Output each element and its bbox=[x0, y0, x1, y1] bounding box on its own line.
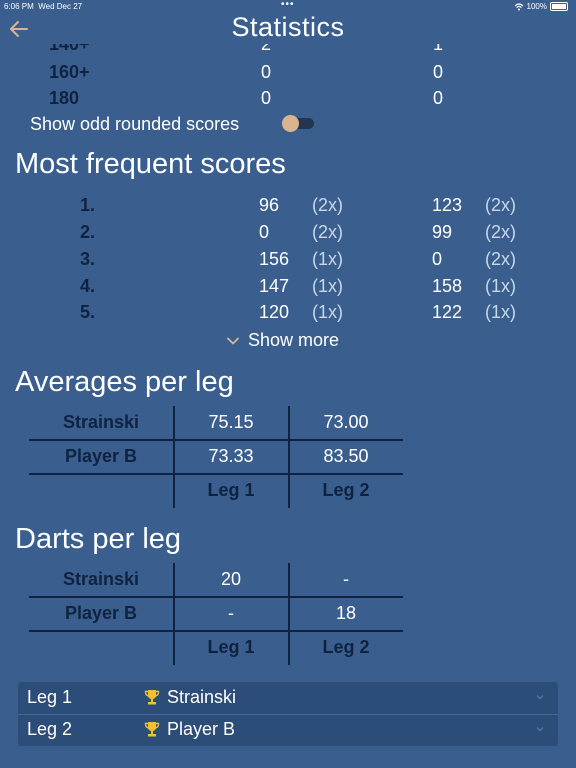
score-b: 99 bbox=[432, 222, 453, 242]
average-value: 73.33 bbox=[208, 446, 254, 466]
frequent-score-row: 3. 156 (1x) 0 (2x) bbox=[0, 249, 576, 275]
count-b: (1x) bbox=[485, 302, 516, 322]
darts-value: - bbox=[228, 603, 234, 623]
leg-label: Leg 1 bbox=[27, 687, 73, 707]
score-a: 96 bbox=[259, 195, 280, 215]
score-b: 122 bbox=[432, 302, 463, 322]
trophy-icon bbox=[144, 722, 160, 737]
chevron-down-icon bbox=[536, 695, 544, 700]
count-a: (2x) bbox=[312, 195, 343, 215]
score-b: 0 bbox=[432, 249, 443, 269]
status-right: 100% bbox=[514, 2, 568, 11]
count-b: (2x) bbox=[485, 222, 516, 242]
count-a: (1x) bbox=[312, 302, 343, 322]
show-more-button[interactable]: Show more bbox=[226, 330, 339, 351]
darts-table: Strainski 20 - Player B - 18 Leg 1 Leg 2 bbox=[29, 563, 403, 665]
frequent-score-row: 1. 96 (2x) 123 (2x) bbox=[0, 195, 576, 221]
column-header-leg2: Leg 2 bbox=[322, 637, 370, 657]
checkout-label: 180 bbox=[49, 88, 80, 108]
count-b: (1x) bbox=[485, 276, 516, 296]
darts-value: 18 bbox=[335, 603, 357, 623]
show-more-label: Show more bbox=[248, 330, 340, 350]
darts-value: 20 bbox=[220, 569, 242, 589]
odd-scores-toggle[interactable] bbox=[282, 115, 314, 132]
darts-title: Darts per leg bbox=[15, 523, 182, 555]
column-header-leg2: Leg 2 bbox=[322, 480, 370, 500]
count-a: (2x) bbox=[312, 222, 343, 242]
most-frequent-title: Most frequent scores bbox=[15, 148, 286, 180]
frequent-score-row: 5. 120 (1x) 122 (1x) bbox=[0, 302, 576, 328]
score-a: 147 bbox=[259, 276, 290, 296]
frequent-score-row: 4. 147 (1x) 158 (1x) bbox=[0, 276, 576, 302]
multitasking-dots[interactable]: ••• bbox=[281, 0, 295, 10]
checkout-row: 160+ 0 0 bbox=[0, 62, 576, 88]
page-title: Statistics bbox=[231, 12, 345, 42]
player-name: Strainski bbox=[62, 412, 140, 432]
checkout-row: 140+ 2 1 bbox=[0, 44, 576, 60]
checkout-row: 180 0 0 bbox=[0, 88, 576, 114]
checkout-label: 160+ bbox=[49, 62, 90, 82]
wifi-icon bbox=[514, 2, 523, 10]
toggle-knob bbox=[282, 115, 299, 132]
checkout-p2: 0 bbox=[432, 88, 443, 108]
table-divider bbox=[288, 563, 290, 665]
count-b: (2x) bbox=[485, 195, 516, 215]
average-value: 75.15 bbox=[208, 412, 254, 432]
score-a: 156 bbox=[259, 249, 290, 269]
leg-winner: Strainski bbox=[167, 687, 237, 707]
leg-row[interactable]: Leg 1 Strainski bbox=[18, 682, 558, 714]
leg-label: Leg 2 bbox=[27, 719, 73, 739]
checkout-label: 140+ bbox=[49, 44, 90, 54]
count-b: (2x) bbox=[485, 249, 516, 269]
darts-value: - bbox=[343, 569, 349, 589]
player-name: Player B bbox=[64, 446, 138, 466]
score-b: 123 bbox=[432, 195, 463, 215]
averages-table: Strainski 75.15 73.00 Player B 73.33 83.… bbox=[29, 406, 403, 508]
rank: 5. bbox=[80, 302, 96, 322]
checkout-p1: 0 bbox=[260, 62, 271, 82]
stats-content[interactable]: 140+ 2 1 160+ 0 0 180 0 0 Show odd round… bbox=[0, 44, 576, 768]
battery-percent: 100% bbox=[526, 2, 547, 11]
rank: 1. bbox=[80, 195, 96, 215]
odd-scores-label: Show odd rounded scores bbox=[30, 114, 240, 134]
score-a: 0 bbox=[259, 222, 270, 242]
column-header-leg1: Leg 1 bbox=[207, 637, 255, 657]
checkout-p1: 0 bbox=[260, 88, 271, 108]
frequent-score-row: 2. 0 (2x) 99 (2x) bbox=[0, 222, 576, 248]
average-value: 83.50 bbox=[323, 446, 369, 466]
count-a: (1x) bbox=[312, 276, 343, 296]
battery-icon bbox=[550, 2, 568, 11]
checkout-p2: 0 bbox=[432, 62, 443, 82]
table-divider bbox=[288, 406, 290, 508]
rank: 2. bbox=[80, 222, 96, 242]
chevron-down-icon bbox=[227, 337, 239, 345]
leg-winner: Player B bbox=[167, 719, 236, 739]
table-divider bbox=[173, 406, 175, 508]
player-name: Player B bbox=[64, 603, 138, 623]
column-header-leg1: Leg 1 bbox=[207, 480, 255, 500]
count-a: (1x) bbox=[312, 249, 343, 269]
table-divider bbox=[173, 563, 175, 665]
status-time: 6:06 PM Wed Dec 27 bbox=[4, 2, 83, 11]
score-a: 120 bbox=[259, 302, 290, 322]
rank: 3. bbox=[80, 249, 96, 269]
trophy-icon bbox=[144, 690, 160, 705]
score-b: 158 bbox=[432, 276, 463, 296]
rank: 4. bbox=[80, 276, 96, 296]
average-value: 73.00 bbox=[323, 412, 369, 432]
averages-title: Averages per leg bbox=[15, 366, 234, 398]
player-name: Strainski bbox=[62, 569, 140, 589]
checkout-p1: 2 bbox=[260, 44, 271, 54]
chevron-down-icon bbox=[536, 727, 544, 732]
legs-panel: Leg 1 Strainski Leg 2 Player B bbox=[18, 682, 558, 746]
leg-row[interactable]: Leg 2 Player B bbox=[18, 714, 558, 746]
checkout-p2: 1 bbox=[432, 44, 443, 54]
